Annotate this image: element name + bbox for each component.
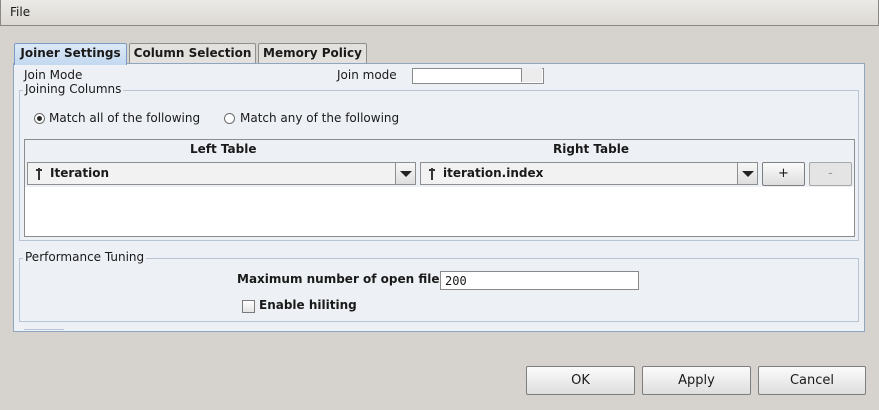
chevron-down-icon[interactable] [395, 163, 415, 184]
match-any-label[interactable]: Match any of the following [240, 111, 399, 125]
left-column-combo[interactable]: Iteration [27, 162, 416, 185]
match-all-radio[interactable] [34, 113, 45, 124]
max-open-files-label: Maximum number of open files: [237, 272, 452, 286]
join-mode-label: Join mode [337, 68, 397, 82]
match-any-radio[interactable] [224, 113, 235, 124]
left-table-header: Left Table [190, 142, 257, 156]
add-row-button[interactable]: + [762, 162, 805, 186]
join-mode-arrow[interactable] [521, 68, 542, 82]
tab-column-selection[interactable]: Column Selection [129, 43, 256, 63]
remove-row-button[interactable]: - [809, 162, 852, 186]
joiner-settings-panel: Join Mode Join mode Joining Columns Matc… [13, 63, 865, 332]
apply-button[interactable]: Apply [642, 366, 751, 395]
match-all-label[interactable]: Match all of the following [49, 111, 200, 125]
join-mode-combo[interactable] [412, 68, 544, 84]
ok-button[interactable]: OK [526, 366, 635, 395]
performance-tuning-group [19, 258, 859, 322]
enable-hiliting-checkbox[interactable] [242, 300, 255, 313]
tab-memory-policy[interactable]: Memory Policy [258, 43, 367, 63]
performance-tuning-title: Performance Tuning [23, 250, 147, 264]
chevron-down-icon[interactable] [737, 163, 757, 184]
integer-column-icon [429, 168, 435, 180]
integer-column-icon [36, 168, 42, 180]
menu-bar: File [0, 0, 879, 26]
max-open-files-input[interactable]: 200 [440, 271, 639, 290]
right-column-combo[interactable]: iteration.index [420, 162, 758, 185]
right-table-header: Right Table [553, 142, 629, 156]
right-column-value: iteration.index [443, 166, 544, 180]
joining-columns-table: Left Table Right Table Iteration iterati… [24, 139, 855, 237]
left-column-value: Iteration [50, 166, 109, 180]
tab-joiner-settings[interactable]: Joiner Settings [14, 43, 127, 65]
joining-columns-title: Joining Columns [23, 82, 124, 96]
enable-hiliting-label[interactable]: Enable hiliting [259, 298, 357, 312]
clipped-group-edge [24, 329, 64, 331]
table-header [25, 140, 854, 159]
cancel-button[interactable]: Cancel [758, 366, 866, 395]
menu-file[interactable]: File [10, 5, 30, 19]
join-mode-title: Join Mode [24, 68, 83, 82]
